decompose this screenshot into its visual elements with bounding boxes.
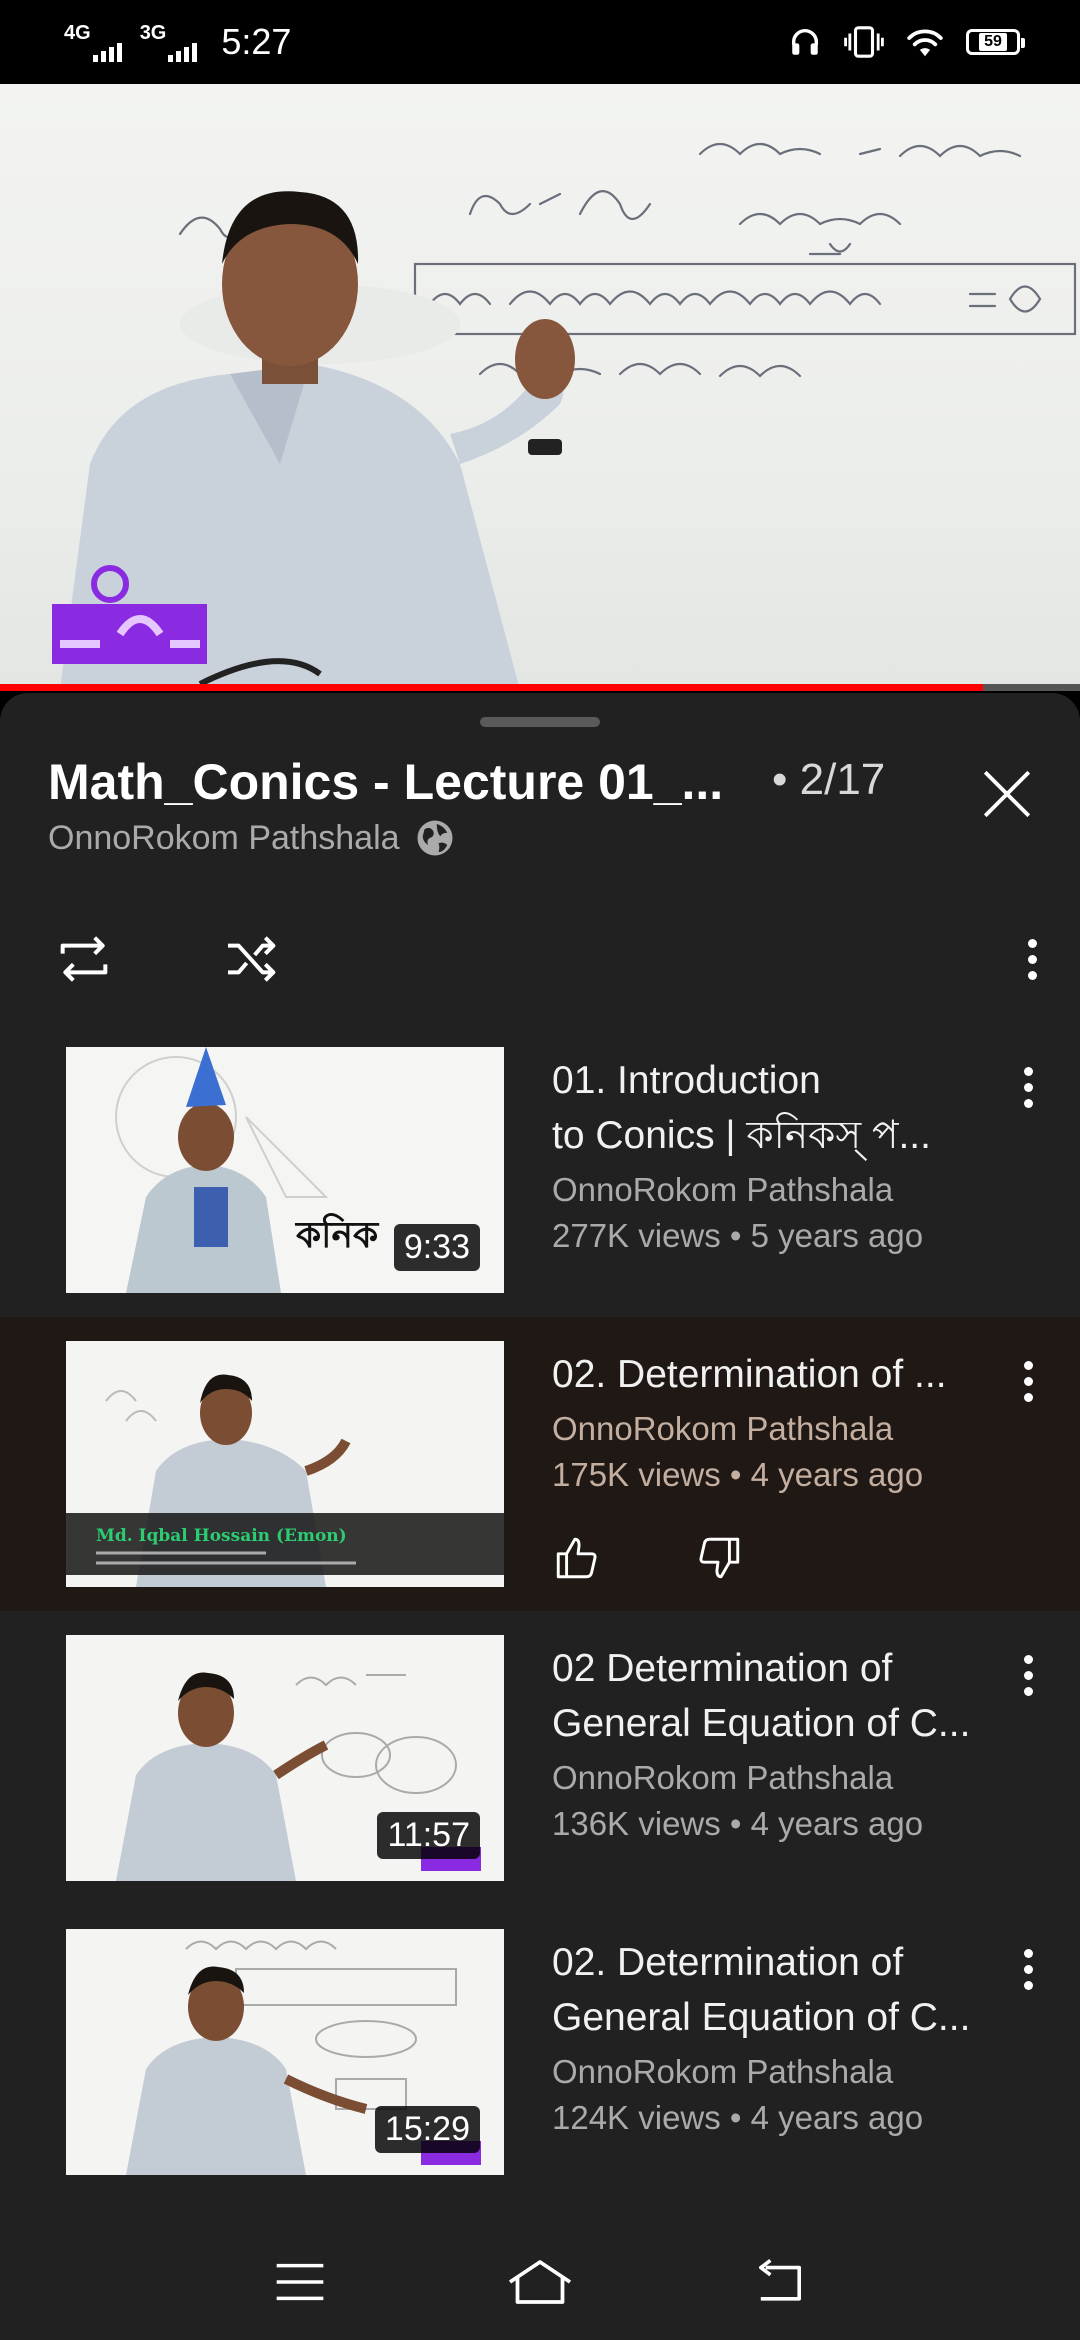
menu-icon [276,2263,324,2300]
video-title-line-1: 02. Determination of ... [552,1353,947,1396]
network-type-1: 4G [64,22,91,44]
network-type-2: 3G [139,22,167,44]
signal-1: 4G [64,22,122,62]
video-thumbnail[interactable]: 11:57 [66,1635,504,1881]
video-title: 01. Introduction to Conics | কনিকস্‌ প..… [552,1053,992,1163]
video-stats: 136K views • 4 years ago [552,1805,924,1842]
loop-icon [60,936,108,982]
video-player[interactable] [0,84,1080,690]
video-thumbnail[interactable]: Md. Iqbal Hossain (Emon) [66,1341,504,1587]
playlist-position: • 2/17 [772,755,886,804]
video-stats: 277K views • 5 years ago [552,1217,924,1254]
video-duration: 15:29 [374,2106,480,2153]
item-more-button[interactable] [1008,1645,1048,1705]
playlist-more-button[interactable] [996,923,1068,995]
signal-2: 3G [140,22,198,62]
video-progress-fill [0,684,983,691]
playlist-item[interactable]: 15:29 02. Determination of General Equat… [0,1905,1080,2199]
video-meta: 02. Determination of General Equation of… [552,1935,992,2137]
playlist-item-current[interactable]: Md. Iqbal Hossain (Emon) 02. Determinati… [0,1317,1080,1611]
video-meta: 02. Determination of ... OnnoRokom Paths… [552,1347,992,1494]
video-progress-bar[interactable] [0,684,1080,691]
dislike-icon[interactable] [694,1533,744,1583]
video-title: 02. Determination of ... [552,1347,992,1402]
battery-level: 59 [979,33,1007,51]
video-duration: 11:57 [377,1812,480,1859]
video-title: 02 Determination of General Equation of … [552,1641,992,1751]
loop-button[interactable] [48,923,120,995]
signal-bars-icon [92,40,122,62]
shuffle-button[interactable] [216,923,288,995]
playlist-channel-name: OnnoRokom Pathshala [48,818,400,857]
svg-text:কনিক: কনিক [294,1213,380,1256]
video-frame [52,142,1077,690]
home-icon [508,2259,572,2304]
playlist-item[interactable]: 11:57 02 Determination of General Equati… [0,1611,1080,1905]
video-stats: 124K views • 4 years ago [552,2099,924,2136]
video-title: 02. Determination of General Equation of… [552,1935,992,2045]
vibrate-icon [844,26,884,58]
drag-handle[interactable] [480,717,600,727]
video-thumbnail[interactable]: কনিক 9:33 [66,1047,504,1293]
back-icon [759,2258,801,2301]
like-icon[interactable] [552,1533,602,1583]
video-channel: OnnoRokom Pathshala [552,1759,894,1796]
video-title-line-2: General Equation of C... [552,1702,971,1745]
thumbnail-image: Md. Iqbal Hossain (Emon) [66,1341,504,1587]
video-channel: OnnoRokom Pathshala [552,2053,894,2090]
clock: 5:27 [221,21,292,62]
playlist-title: Math_Conics - Lecture 01_... [48,754,724,810]
shuffle-icon [228,936,276,982]
recents-button[interactable] [245,2237,355,2327]
system-nav-bar [0,2223,1080,2340]
playlist-panel: Math_Conics - Lecture 01_... • 2/17 Onno… [0,693,1080,2223]
video-channel: OnnoRokom Pathshala [552,1410,894,1447]
item-more-button[interactable] [1008,1939,1048,1999]
video-title-line-1: 01. Introduction [552,1059,821,1102]
video-stats: 175K views • 4 years ago [552,1456,924,1493]
headphones-icon [791,29,819,55]
video-title-line-2: General Equation of C... [552,1996,971,2039]
status-bar: 4G 3G 5:27 59 [0,0,1080,84]
home-button[interactable] [485,2237,595,2327]
item-more-button[interactable] [1008,1351,1048,1411]
playlist-controls [0,913,1080,1003]
video-meta: 01. Introduction to Conics | কনিকস্‌ প..… [552,1053,992,1255]
video-meta: 02 Determination of General Equation of … [552,1641,992,1843]
battery-icon: 59 [966,29,1025,55]
more-vert-icon [1012,929,1052,989]
playlist-item[interactable]: কনিক 9:33 01. Introduction to Conics | ক… [0,1023,1080,1317]
rating-row [552,1533,744,1583]
video-thumbnail[interactable]: 15:29 [66,1929,504,2175]
globe-icon [417,820,453,856]
video-title-line-2: to Conics | কনিকস্‌ প... [552,1114,931,1157]
video-title-line-1: 02. Determination of [552,1941,904,1984]
wifi-icon [907,29,943,57]
close-playlist-button[interactable] [972,759,1042,829]
thumbnail-caption: Md. Iqbal Hossain (Emon) [96,1526,347,1546]
video-channel: OnnoRokom Pathshala [552,1171,894,1208]
playlist-channel[interactable]: OnnoRokom Pathshala [48,817,456,859]
close-icon [983,770,1031,818]
back-button[interactable] [725,2237,835,2327]
video-title-line-1: 02 Determination of [552,1647,893,1690]
signal-bars-icon [168,40,198,62]
video-duration: 9:33 [393,1224,480,1271]
item-more-button[interactable] [1008,1057,1048,1117]
